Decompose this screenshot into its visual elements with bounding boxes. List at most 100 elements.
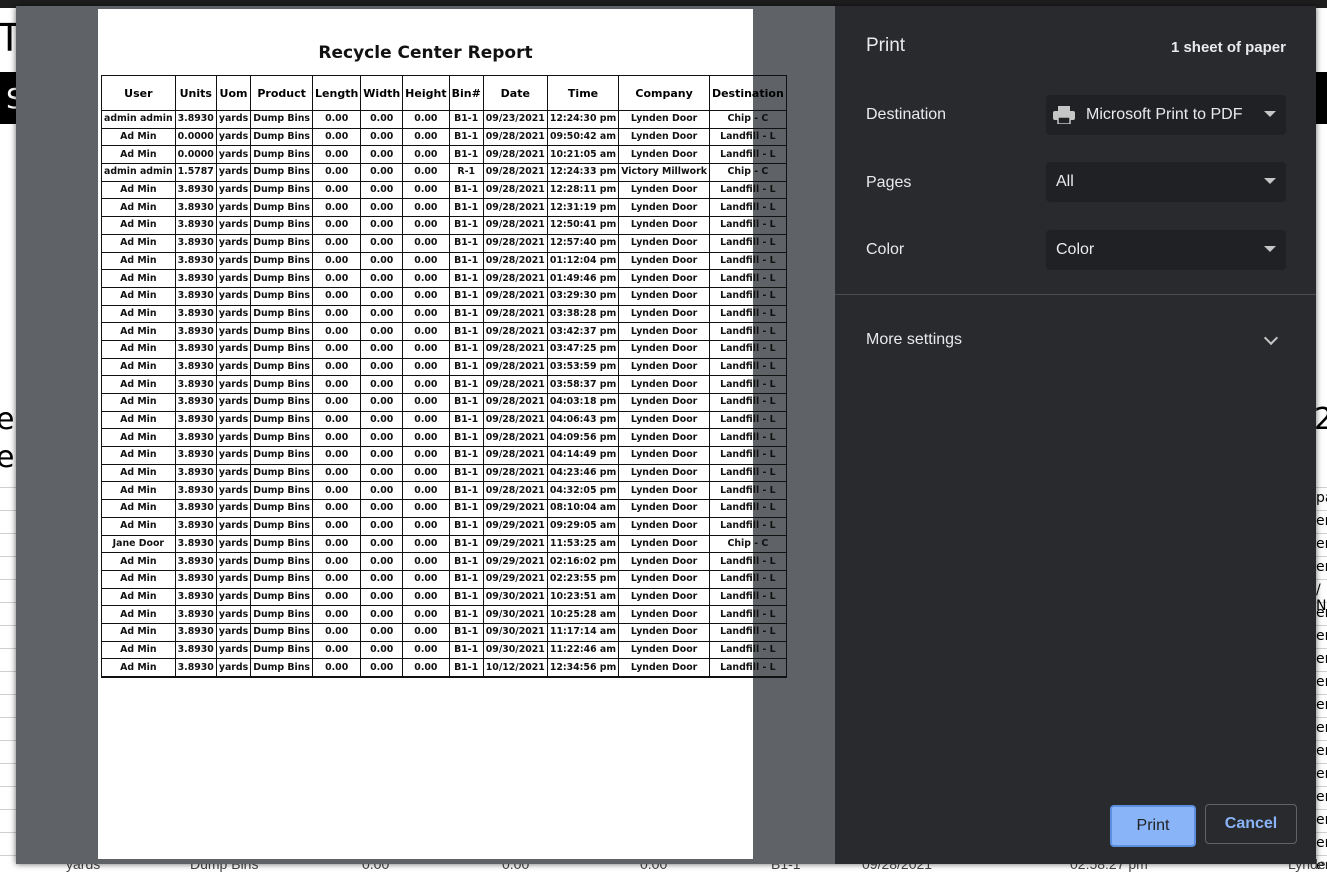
table-cell: Dump Bins — [250, 569, 314, 589]
table-cell: Ad Min — [101, 145, 176, 165]
table-row: Jane Door 3.8930 yards Dump Bins 0.00 0.00 0.0… — [101, 534, 787, 554]
table-cell: 0.00 — [360, 198, 404, 218]
chevron-down-icon[interactable] — [1263, 330, 1279, 346]
table-cell: 0.00 — [360, 499, 404, 518]
table-row: Ad Min 3.8930 yards Dump Bins 0.00 0.00 0.00 B1… — [101, 552, 787, 571]
table-cell: 04:03:18 pm — [546, 393, 620, 412]
table-cell: 04:09:56 pm — [546, 428, 620, 448]
table-cell: 0.00 — [360, 463, 404, 483]
table-row: admin admin 3.8930 yards Dump Bins 0.00 0.00 0… — [101, 110, 787, 129]
table-cell: Chip - C — [708, 163, 787, 182]
table-cell: yards — [215, 269, 252, 288]
table-cell: Lynden Door — [618, 286, 710, 306]
table-cell: 04:06:43 pm — [546, 410, 620, 430]
table-cell: Lynden Door — [618, 658, 710, 679]
table-cell: 3.8930 — [174, 658, 217, 679]
table-cell: 11:53:25 am — [546, 534, 620, 554]
table-cell: Lynden Door — [618, 269, 710, 288]
table-cell: Lynden Door — [618, 622, 710, 642]
bg-cell-fragment: pa — [1316, 490, 1327, 506]
table-cell: Landfill - L — [708, 569, 787, 589]
table-cell: 0.00 — [312, 499, 362, 518]
table-cell: 0.00 — [402, 393, 450, 412]
table-cell: Ad Min — [101, 216, 176, 235]
bg-cell-fragment: er — [1316, 559, 1327, 575]
report-title: Recycle Center Report — [318, 43, 533, 63]
destination-select[interactable]: Microsoft Print to PDF — [1046, 95, 1286, 135]
table-cell: 3.8930 — [174, 110, 217, 129]
sheet-count: 1 sheet of paper — [1170, 39, 1286, 56]
table-cell: Ad Min — [101, 622, 176, 642]
table-cell: 3.8930 — [174, 286, 217, 306]
table-cell: 09/28/2021 — [482, 251, 548, 271]
column-header: Units — [174, 75, 217, 111]
table-cell: yards — [215, 110, 252, 129]
table-cell: 09/30/2021 — [482, 587, 548, 607]
bg-cell-fragment: er — [1316, 513, 1327, 529]
table-cell: yards — [215, 163, 252, 182]
table-cell: 3.8930 — [174, 322, 217, 341]
table-cell: Landfill - L — [708, 605, 787, 624]
table-cell: 3.8930 — [174, 516, 217, 536]
table-cell: yards — [215, 357, 252, 377]
table-cell: 0.00 — [360, 446, 404, 465]
column-header: Destination — [708, 75, 787, 111]
table-cell: 0.00 — [402, 658, 450, 679]
table-cell: 0.00 — [360, 393, 404, 412]
table-cell: Landfill - L — [708, 269, 787, 288]
print-preview[interactable]: Recycle Center Report User Units Uom Produc… — [16, 6, 835, 864]
table-cell: Dump Bins — [250, 216, 314, 235]
print-button[interactable]: Print — [1110, 805, 1196, 847]
table-cell: 3.8930 — [174, 269, 217, 288]
table-cell: 0.00 — [402, 145, 450, 165]
table-row: admin admin 1.5787 yards Dump Bins 0.00 0.00 0… — [101, 163, 787, 182]
table-cell: Ad Min — [101, 499, 176, 518]
table-cell: 0.00 — [312, 304, 362, 324]
table-cell: 0.00 — [360, 180, 404, 200]
table-cell: 0.00 — [312, 251, 362, 271]
table-cell: 0.00 — [402, 481, 450, 501]
table-cell: B1-1 — [448, 534, 484, 554]
table-cell: 0.00 — [312, 640, 362, 660]
table-cell: 09/28/2021 — [482, 428, 548, 448]
report-table: User Units Uom Product Length Width Height Bin#… — [101, 75, 787, 679]
table-cell: 0.00 — [312, 198, 362, 218]
column-header: Height — [402, 75, 450, 111]
table-cell: 3.8930 — [174, 251, 217, 271]
cancel-button[interactable]: Cancel — [1205, 804, 1297, 844]
table-cell: 0.00 — [402, 269, 450, 288]
table-cell: yards — [215, 516, 252, 536]
table-cell: B1-1 — [448, 499, 484, 518]
table-cell: Lynden Door — [618, 640, 710, 660]
table-cell: 09/28/2021 — [482, 286, 548, 306]
column-header: Uom — [215, 75, 252, 111]
table-cell: Ad Min — [101, 587, 176, 607]
table-row: Ad Min 3.8930 yards Dump Bins 0.00 0.00 0.00 B1… — [101, 198, 787, 218]
table-cell: Lynden Door — [618, 127, 710, 147]
table-cell: Dump Bins — [250, 499, 314, 518]
table-cell: 0.00 — [402, 463, 450, 483]
more-settings-toggle[interactable]: More settings — [866, 331, 962, 349]
table-cell: Landfill - L — [708, 216, 787, 235]
table-cell: Dump Bins — [250, 428, 314, 448]
bg-right-column: paererer/ Nerererererererererererer — [1316, 487, 1327, 869]
table-cell: Landfill - L — [708, 393, 787, 412]
table-cell: 0.00 — [312, 180, 362, 200]
table-cell: Dump Bins — [250, 516, 314, 536]
color-select[interactable]: Color — [1046, 230, 1286, 270]
table-row: Ad Min 3.8930 yards Dump Bins 0.00 0.00 0.00 B1… — [101, 658, 787, 679]
table-row: Ad Min 0.0000 yards Dump Bins 0.00 0.00 0.00 B1… — [101, 127, 787, 147]
table-cell: Lynden Door — [618, 216, 710, 235]
table-cell: Landfill - L — [708, 339, 787, 359]
table-cell: Lynden Door — [618, 410, 710, 430]
table-cell: 3.8930 — [174, 587, 217, 607]
table-row: Ad Min 3.8930 yards Dump Bins 0.00 0.00 0.00 B1… — [101, 233, 787, 253]
table-cell: 3.8930 — [174, 428, 217, 448]
table-cell: 0.00 — [402, 375, 450, 394]
table-cell: Lynden Door — [618, 428, 710, 448]
table-cell: 09/28/2021 — [482, 375, 548, 394]
table-cell: Lynden Door — [618, 481, 710, 501]
table-cell: Ad Min — [101, 233, 176, 253]
table-cell: 09/28/2021 — [482, 216, 548, 235]
pages-select[interactable]: All — [1046, 162, 1286, 202]
